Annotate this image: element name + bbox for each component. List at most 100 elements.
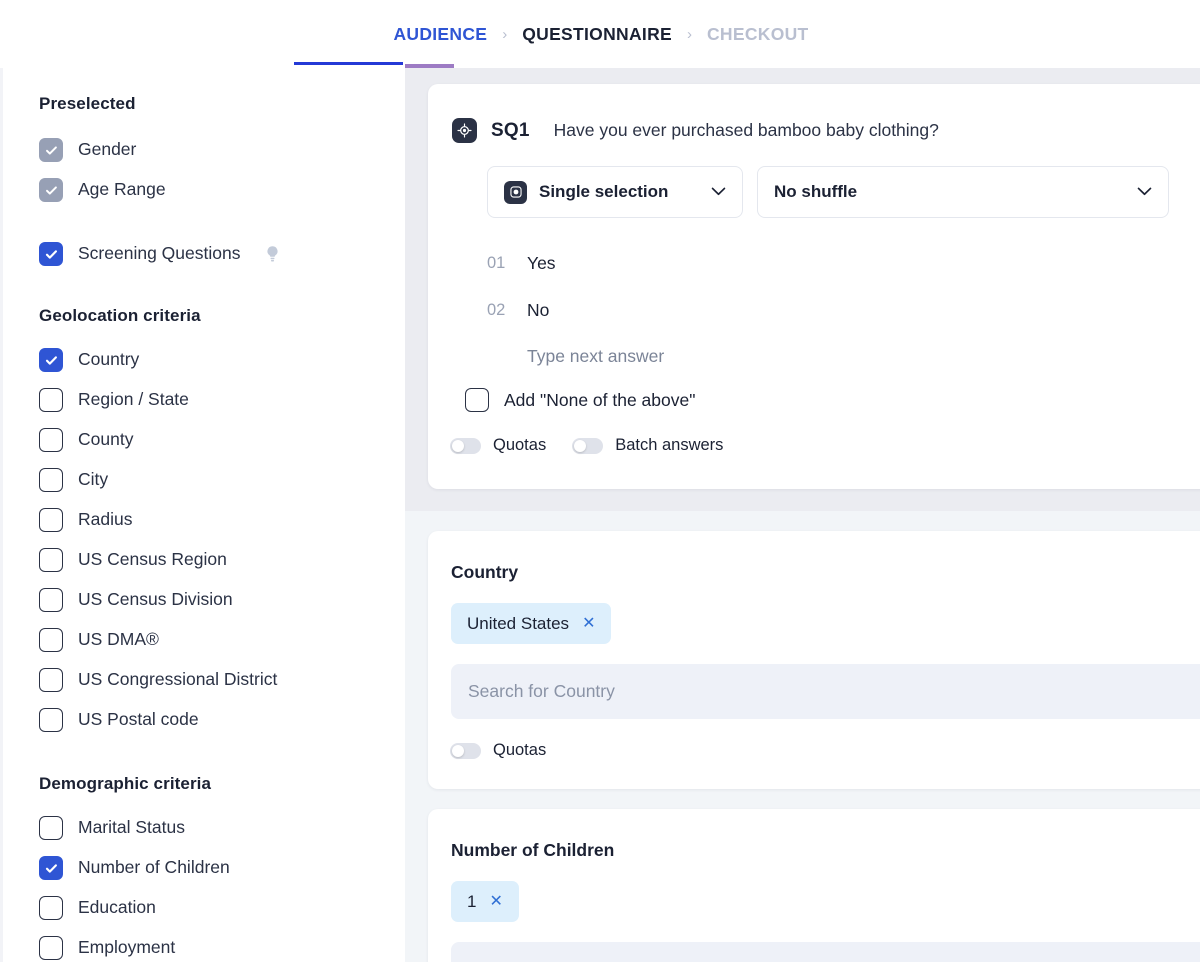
chevron-down-icon — [1137, 183, 1152, 201]
question-toggles: Quotas Batch answers — [428, 412, 1200, 455]
country-search-placeholder: Search for Country — [468, 681, 615, 701]
question-text[interactable]: Have you ever purchased bamboo baby clot… — [554, 120, 939, 141]
close-icon[interactable]: ✕ — [489, 893, 502, 910]
sidebar-item-city[interactable]: City — [39, 460, 405, 500]
sidebar-item-education[interactable]: Education — [39, 888, 405, 928]
sidebar-item-label: Region / State — [78, 389, 189, 410]
sidebar-item-label: US Census Region — [78, 549, 227, 570]
toggle-batch-answers-label: Batch answers — [615, 436, 724, 454]
sidebar-item-label: Number of Children — [78, 857, 230, 878]
country-card-title: Country — [451, 562, 519, 582]
number-of-children-card: Number of Children 1 ✕ — [428, 809, 1200, 962]
checkbox-us-congressional-district[interactable] — [39, 668, 63, 692]
toggle-batch-answers[interactable] — [572, 437, 604, 454]
sidebar-item-age-range[interactable]: Age Range — [39, 170, 405, 210]
checkbox-none-of-the-above[interactable] — [465, 388, 489, 412]
sidebar-heading-preselected: Preselected — [39, 94, 136, 113]
criteria-sidebar: Preselected Gender Age Range Screening Q… — [0, 64, 405, 962]
sidebar-item-number-of-children[interactable]: Number of Children — [39, 848, 405, 888]
checkbox-us-census-division[interactable] — [39, 588, 63, 612]
country-search-input[interactable]: Search for Country — [451, 664, 1200, 719]
quotas-toggle-group[interactable]: Quotas — [450, 436, 546, 455]
checkbox-city[interactable] — [39, 468, 63, 492]
answer-text[interactable]: Yes — [527, 253, 556, 274]
answer-option-row[interactable]: 01 Yes — [487, 240, 1200, 287]
answer-option-row[interactable]: 02 No — [487, 287, 1200, 334]
tab-checkout[interactable]: CHECKOUT — [701, 0, 815, 68]
chip-children-count: 1 ✕ — [451, 881, 519, 922]
children-chip-list: 1 ✕ — [428, 861, 1200, 922]
sidebar-item-screening-questions[interactable]: Screening Questions — [39, 234, 405, 274]
sidebar-item-us-census-division[interactable]: US Census Division — [39, 580, 405, 620]
checkbox-number-of-children[interactable] — [39, 856, 63, 880]
country-chip-list: United States ✕ — [428, 583, 1200, 644]
sidebar-item-region-state[interactable]: Region / State — [39, 380, 405, 420]
checkbox-employment[interactable] — [39, 936, 63, 960]
checkbox-us-census-region[interactable] — [39, 548, 63, 572]
sidebar-heading-geolocation: Geolocation criteria — [39, 306, 201, 325]
sidebar-item-us-dma[interactable]: US DMA® — [39, 620, 405, 660]
question-header: SQ1 Have you ever purchased bamboo baby … — [428, 84, 1200, 143]
main-content-area: SQ1 Have you ever purchased bamboo baby … — [405, 64, 1200, 962]
close-icon[interactable]: ✕ — [582, 615, 595, 632]
country-toggles: Quotas — [428, 719, 1200, 760]
sidebar-item-us-census-region[interactable]: US Census Region — [39, 540, 405, 580]
toggle-country-quotas[interactable] — [450, 742, 481, 759]
sidebar-item-label: US Congressional District — [78, 669, 278, 690]
none-of-the-above-option[interactable]: Add "None of the above" — [428, 378, 1200, 412]
sidebar-item-country[interactable]: Country — [39, 340, 405, 380]
sidebar-item-employment[interactable]: Employment — [39, 928, 405, 962]
batch-answers-toggle-group[interactable]: Batch answers — [572, 436, 723, 455]
toggle-quotas-label: Quotas — [493, 436, 547, 454]
checkbox-us-dma[interactable] — [39, 628, 63, 652]
question-selectors: Single selection No shuffle — [428, 143, 1200, 218]
wizard-tab-bar: AUDIENCE › QUESTIONNAIRE › CHECKOUT — [0, 0, 1200, 68]
country-quotas-toggle-group[interactable]: Quotas — [450, 741, 546, 760]
audience-builder-screen: AUDIENCE › QUESTIONNAIRE › CHECKOUT Pres… — [0, 0, 1200, 962]
answer-index: 01 — [487, 254, 506, 272]
sidebar-item-us-congressional-district[interactable]: US Congressional District — [39, 660, 405, 700]
next-answer-input[interactable]: Type next answer — [487, 334, 1200, 378]
tab-audience[interactable]: AUDIENCE — [387, 0, 493, 68]
checkbox-gender — [39, 138, 63, 162]
sidebar-item-label: Gender — [78, 139, 137, 160]
checkbox-screening-questions[interactable] — [39, 242, 63, 266]
answer-list: 01 Yes 02 No Type next answer — [428, 218, 1200, 378]
sidebar-item-label: US Census Division — [78, 589, 233, 610]
checkbox-education[interactable] — [39, 896, 63, 920]
checkbox-country[interactable] — [39, 348, 63, 372]
checkbox-region-state[interactable] — [39, 388, 63, 412]
answer-text[interactable]: No — [527, 300, 549, 321]
checkbox-county[interactable] — [39, 428, 63, 452]
none-of-the-above-label: Add "None of the above" — [504, 389, 696, 410]
checkbox-age-range — [39, 178, 63, 202]
tab-questionnaire[interactable]: QUESTIONNAIRE — [516, 0, 678, 68]
tab-separator-2: › — [686, 25, 692, 43]
tab-separator-1: › — [502, 25, 508, 43]
sidebar-item-marital-status[interactable]: Marital Status — [39, 808, 405, 848]
sidebar-item-label: County — [78, 429, 134, 450]
shuffle-dropdown[interactable]: No shuffle — [757, 166, 1169, 218]
checkbox-us-postal-code[interactable] — [39, 708, 63, 732]
radio-target-icon — [452, 118, 477, 143]
country-criteria-card: Country United States ✕ Search for Count… — [428, 531, 1200, 789]
sidebar-item-label: Employment — [78, 937, 176, 958]
sidebar-item-label: City — [78, 469, 109, 490]
children-search-input[interactable] — [451, 942, 1200, 962]
chip-label: United States — [467, 613, 570, 633]
lightbulb-icon[interactable] — [265, 245, 280, 264]
sidebar-item-label: Country — [78, 349, 140, 370]
checkbox-marital-status[interactable] — [39, 816, 63, 840]
question-type-dropdown[interactable]: Single selection — [487, 166, 743, 218]
sidebar-item-gender[interactable]: Gender — [39, 130, 405, 170]
children-card-title: Number of Children — [451, 840, 615, 860]
question-type-value: Single selection — [539, 182, 669, 201]
sidebar-item-us-postal-code[interactable]: US Postal code — [39, 700, 405, 740]
sidebar-item-county[interactable]: County — [39, 420, 405, 460]
checkbox-radius[interactable] — [39, 508, 63, 532]
answer-index: 02 — [487, 301, 506, 319]
toggle-quotas[interactable] — [450, 437, 481, 454]
sidebar-item-radius[interactable]: Radius — [39, 500, 405, 540]
sidebar-item-label: US DMA® — [78, 629, 159, 650]
